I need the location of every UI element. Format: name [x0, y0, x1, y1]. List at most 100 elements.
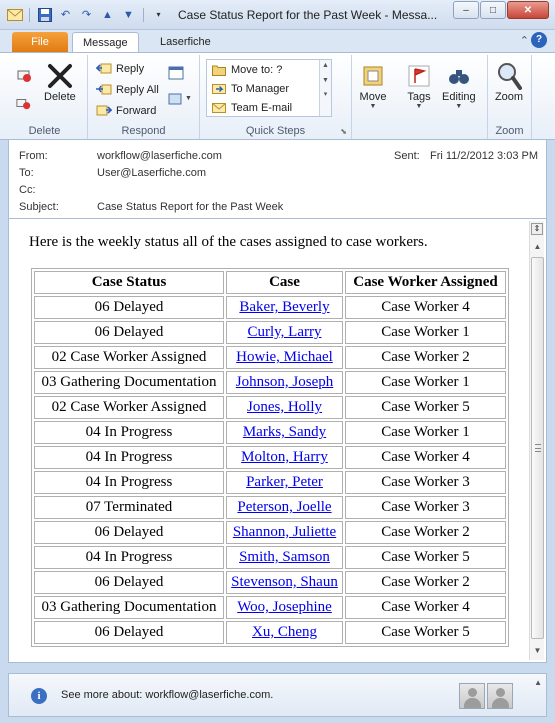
case-worker-cell: Case Worker 5: [345, 546, 506, 569]
case-link[interactable]: Johnson, Joseph: [236, 374, 334, 390]
editing-button[interactable]: Editing ▼: [442, 61, 476, 110]
ignore-icon[interactable]: [16, 67, 32, 83]
case-status-cell: 04 In Progress: [34, 546, 224, 569]
case-link[interactable]: Xu, Cheng: [252, 624, 317, 640]
case-status-cell: 06 Delayed: [34, 621, 224, 644]
reply-icon: [96, 61, 112, 77]
case-cell: Baker, Beverly: [226, 296, 343, 319]
forward-icon: [96, 103, 112, 119]
see-more-text[interactable]: See more about: workflow@laserfiche.com.: [61, 689, 273, 701]
tags-button[interactable]: Tags ▼: [404, 61, 434, 110]
case-cell: Woo, Josephine: [226, 596, 343, 619]
move-caret: ▼: [369, 103, 377, 110]
message-body: Here is the weekly status all of the cas…: [8, 218, 547, 663]
forward-button[interactable]: Forward: [96, 103, 156, 119]
case-cell: Molton, Harry: [226, 446, 343, 469]
zoom-button[interactable]: Zoom: [494, 61, 524, 103]
case-worker-cell: Case Worker 1: [345, 371, 506, 394]
case-cell: Jones, Holly: [226, 396, 343, 419]
undo-icon[interactable]: ↶: [57, 6, 74, 23]
case-link[interactable]: Marks, Sandy: [243, 424, 326, 440]
cleanup-icon[interactable]: [16, 95, 32, 111]
quick-step-team-email[interactable]: Team E-mail: [211, 100, 292, 116]
case-link[interactable]: Peterson, Joelle: [237, 499, 331, 515]
from-value[interactable]: workflow@laserfiche.com: [97, 150, 222, 162]
case-link[interactable]: Molton, Harry: [241, 449, 328, 465]
case-link[interactable]: Stevenson, Shaun: [231, 574, 338, 590]
close-button[interactable]: ✕: [507, 1, 549, 19]
scroll-up-arrow[interactable]: ▲: [530, 239, 545, 254]
group-label-quick-steps: Quick Steps: [245, 125, 306, 137]
case-link[interactable]: Woo, Josephine: [237, 599, 332, 615]
sent-value: Fri 11/2/2012 3:03 PM: [430, 150, 539, 162]
table-row: 03 Gathering Documentation Woo, Josephin…: [34, 596, 506, 619]
case-link[interactable]: Howie, Michael: [236, 349, 333, 365]
zoom-group: Zoom Zoom: [488, 55, 532, 139]
maximize-button[interactable]: □: [480, 1, 506, 19]
table-row: 06 Delayed Xu, Cheng Case Worker 5: [34, 621, 506, 644]
down-arrow-icon[interactable]: ▼: [120, 6, 137, 23]
minimize-button[interactable]: –: [453, 1, 479, 19]
ribbon: Delete Delete Reply Reply All Forward ▼ …: [0, 52, 555, 140]
help-button[interactable]: ?: [531, 32, 547, 48]
split-view-icon[interactable]: ⇕: [531, 223, 543, 235]
tab-file[interactable]: File: [12, 32, 68, 52]
case-status-cell: 06 Delayed: [34, 321, 224, 344]
column-header-case-status: Case Status: [34, 271, 224, 294]
more-respond-icon[interactable]: [168, 91, 184, 107]
intro-text: Here is the weekly status all of the cas…: [29, 234, 428, 250]
case-status-cell: 06 Delayed: [34, 521, 224, 544]
case-status-cell: 02 Case Worker Assigned: [34, 396, 224, 419]
zoom-label: Zoom: [494, 91, 524, 103]
case-link[interactable]: Baker, Beverly: [239, 299, 329, 315]
case-link[interactable]: Shannon, Juliette: [233, 524, 336, 540]
case-link[interactable]: Jones, Holly: [247, 399, 322, 415]
tab-message[interactable]: Message: [72, 32, 139, 52]
delete-button[interactable]: Delete: [44, 61, 76, 103]
table-row: 03 Gathering Documentation Johnson, Jose…: [34, 371, 506, 394]
quick-steps-group: Move to: ? To Manager Team E-mail ▲ ▼ ▾ …: [200, 55, 352, 139]
table-row: 06 Delayed Baker, Beverly Case Worker 4: [34, 296, 506, 319]
case-worker-cell: Case Worker 2: [345, 521, 506, 544]
scroll-down-arrow[interactable]: ▼: [530, 643, 545, 658]
to-manager-icon: [211, 81, 227, 97]
expand-people-pane-icon[interactable]: ▲: [534, 678, 542, 687]
reply-all-button[interactable]: Reply All: [96, 82, 159, 98]
redo-icon[interactable]: ↷: [78, 6, 95, 23]
tab-laserfiche[interactable]: Laserfiche: [150, 32, 221, 52]
quick-step-to-manager[interactable]: To Manager: [211, 81, 289, 97]
avatar[interactable]: [459, 683, 485, 709]
minimize-ribbon-icon[interactable]: ⌃: [520, 34, 529, 47]
respond-group: Reply Reply All Forward ▼ Respond: [88, 55, 200, 139]
more-respond-caret[interactable]: ▼: [185, 95, 192, 102]
reply-button[interactable]: Reply: [96, 61, 144, 77]
table-row: 02 Case Worker Assigned Jones, Holly Cas…: [34, 396, 506, 419]
title-bar: ↶ ↷ ▲ ▼ ▾ Case Status Report for the Pas…: [0, 0, 555, 30]
move-group: Move ▼: [352, 55, 396, 139]
case-link[interactable]: Curly, Larry: [247, 324, 321, 340]
case-status-cell: 07 Terminated: [34, 496, 224, 519]
avatar[interactable]: [487, 683, 513, 709]
scroll-grip-icon: [535, 444, 541, 452]
to-value[interactable]: User@Laserfiche.com: [97, 167, 206, 179]
case-link[interactable]: Parker, Peter: [246, 474, 323, 490]
vertical-scrollbar[interactable]: ⇕ ▲ ▼: [529, 221, 544, 660]
from-label: From:: [19, 150, 48, 162]
case-worker-cell: Case Worker 4: [345, 446, 506, 469]
case-worker-cell: Case Worker 1: [345, 421, 506, 444]
flag-icon: [404, 61, 434, 91]
case-cell: Curly, Larry: [226, 321, 343, 344]
case-link[interactable]: Smith, Samson: [239, 549, 330, 565]
case-status-cell: 03 Gathering Documentation: [34, 371, 224, 394]
group-label-delete: Delete: [28, 125, 61, 137]
meeting-icon[interactable]: [168, 65, 184, 81]
move-button[interactable]: Move ▼: [358, 61, 388, 110]
customize-toolbar-icon[interactable]: ▾: [150, 6, 167, 23]
up-arrow-icon[interactable]: ▲: [99, 6, 116, 23]
scroll-thumb[interactable]: [531, 257, 544, 639]
delete-label: Delete: [44, 91, 76, 103]
quick-steps-scroll[interactable]: ▲ ▼ ▾: [319, 60, 331, 116]
save-icon[interactable]: [36, 6, 53, 23]
table-row: 02 Case Worker Assigned Howie, Michael C…: [34, 346, 506, 369]
quick-step-move-to[interactable]: Move to: ?: [211, 62, 282, 78]
